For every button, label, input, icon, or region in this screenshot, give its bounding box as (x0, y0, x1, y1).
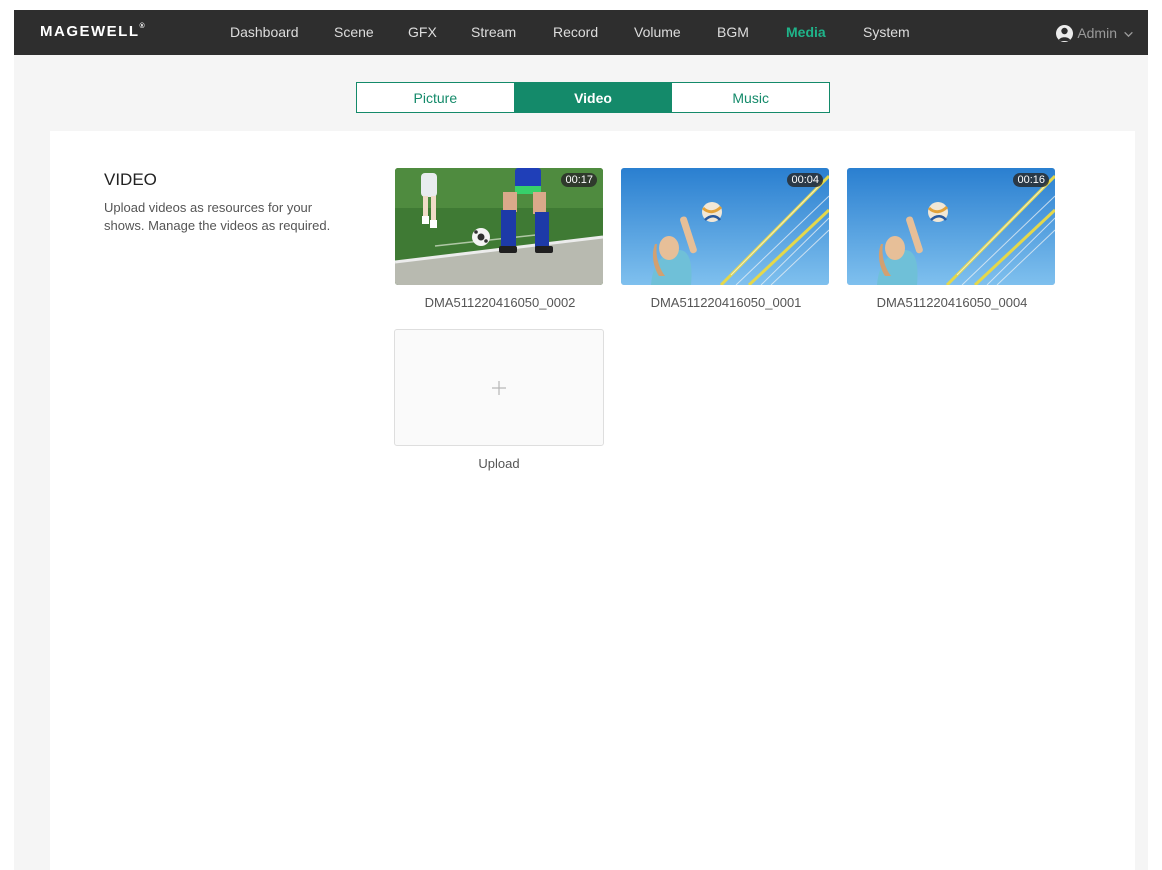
video-thumbnail[interactable]: 00:17 (395, 168, 603, 285)
nav-item-stream[interactable]: Stream (471, 24, 516, 40)
user-icon (1056, 24, 1074, 42)
nav-item-dashboard[interactable]: Dashboard (230, 24, 299, 40)
magewell-logo[interactable]: MAGEWELL® (40, 23, 145, 40)
duration-badge: 00:17 (561, 173, 597, 187)
video-card: 00:16 DMA511220416050_0004 (847, 168, 1057, 310)
video-card: 00:04 DMA511220416050_0001 (621, 168, 831, 310)
video-card: 00:17 DMA511220416050_0002 (395, 168, 605, 310)
video-thumbnail[interactable]: 00:16 (847, 168, 1055, 285)
tab-picture[interactable]: Picture (357, 83, 514, 112)
media-panel: VIDEO Upload videos as resources for you… (50, 131, 1135, 870)
video-name: DMA511220416050_0001 (650, 295, 802, 310)
tab-music[interactable]: Music (671, 83, 829, 112)
duration-badge: 00:16 (1013, 173, 1049, 187)
upload-label: Upload (478, 456, 520, 471)
chevron-down-icon (1124, 31, 1133, 37)
app-window: MAGEWELL® Dashboard Scene GFX Stream Rec… (14, 10, 1148, 870)
nav-item-system[interactable]: System (863, 24, 910, 40)
upload-card: Upload (394, 329, 604, 471)
user-name: Admin (1077, 25, 1117, 41)
nav-item-scene[interactable]: Scene (334, 24, 374, 40)
upload-button[interactable] (394, 329, 604, 446)
video-name: DMA511220416050_0004 (876, 295, 1028, 310)
section-title: VIDEO (104, 170, 157, 189)
nav-item-record[interactable]: Record (553, 24, 598, 40)
video-name: DMA511220416050_0002 (424, 295, 576, 310)
nav-item-media[interactable]: Media (786, 24, 826, 40)
nav-item-gfx[interactable]: GFX (408, 24, 437, 40)
user-menu[interactable]: Admin (1056, 23, 1134, 43)
duration-badge: 00:04 (787, 173, 823, 187)
nav-item-bgm[interactable]: BGM (717, 24, 749, 40)
section-description: Upload videos as resources for your show… (104, 200, 331, 233)
video-thumbnail[interactable]: 00:04 (621, 168, 829, 285)
nav-item-volume[interactable]: Volume (634, 24, 681, 40)
plus-icon (492, 380, 506, 395)
media-type-tabs: Picture Video Music (356, 82, 830, 113)
top-nav-bar: MAGEWELL® Dashboard Scene GFX Stream Rec… (14, 10, 1148, 55)
tab-video[interactable]: Video (513, 83, 672, 112)
